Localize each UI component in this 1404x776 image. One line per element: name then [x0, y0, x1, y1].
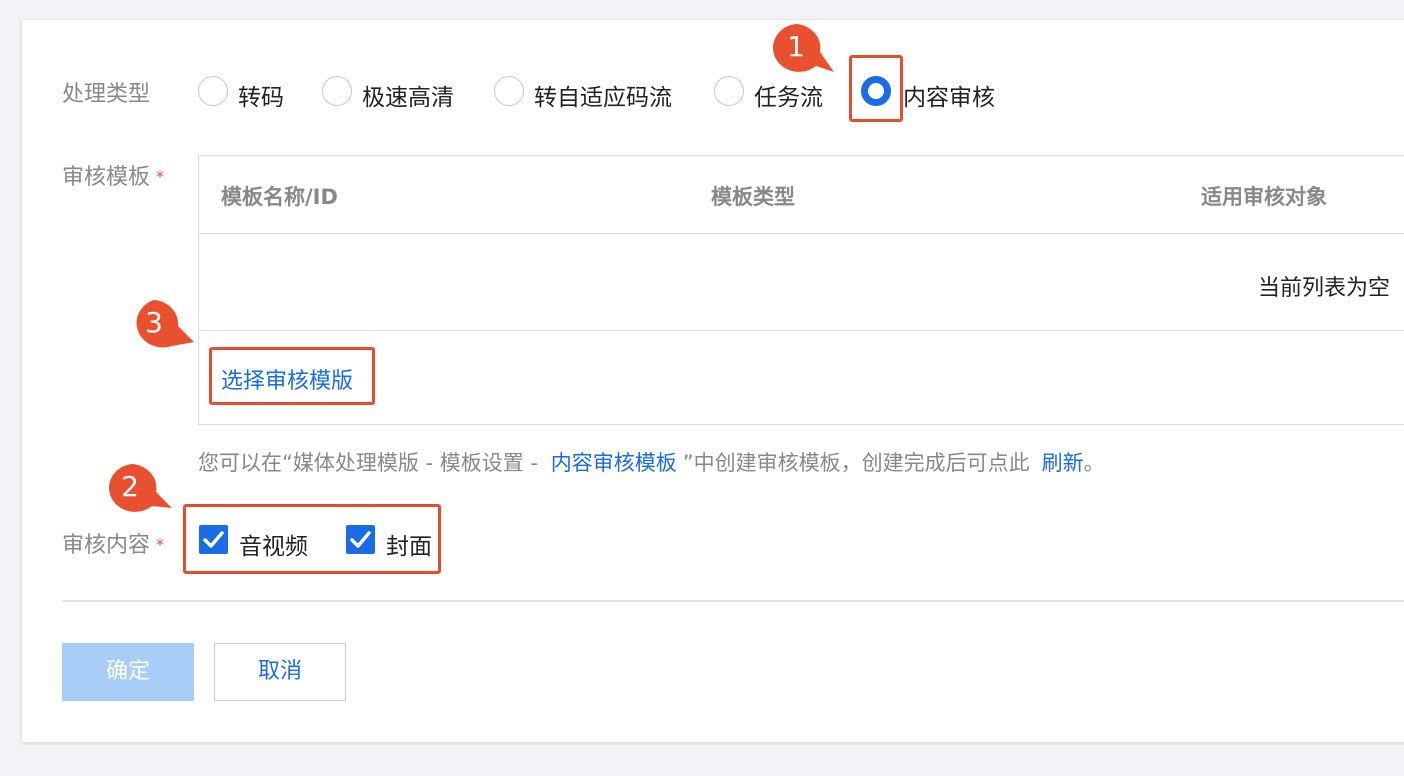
table-empty-row: 当前列表为空 — [199, 234, 1404, 331]
radio-option-transcode[interactable]: 转码 — [198, 76, 298, 111]
form-divider — [62, 600, 1404, 602]
column-header-name: 模板名称/ID — [221, 185, 338, 209]
radio-option-fast-hd[interactable]: 极速高清 — [322, 76, 472, 111]
hint-prefix: 您可以在“媒体处理模版 - 模板设置 - — [198, 451, 545, 475]
radio-button[interactable] — [494, 76, 524, 106]
column-header-type: 模板类型 — [711, 185, 795, 209]
refresh-link[interactable]: 刷新 — [1042, 451, 1084, 475]
review-content-label: 审核内容 * — [62, 527, 164, 559]
radio-option-task-flow[interactable]: 任务流 — [714, 76, 834, 111]
required-mark: * — [156, 535, 165, 554]
cancel-button[interactable]: 取消 — [214, 643, 346, 701]
hint-text: 您可以在“媒体处理模版 - 模板设置 - 内容审核模板 ”中创建审核模板，创建完成… — [198, 447, 1105, 477]
radio-label: 极速高清 — [362, 85, 454, 111]
annotation-badge-2: 2 — [121, 470, 139, 503]
review-content-label-text: 审核内容 — [62, 533, 151, 558]
radio-button[interactable] — [198, 76, 228, 106]
confirm-button[interactable]: 确定 — [62, 643, 194, 701]
content-review-template-link[interactable]: 内容审核模板 — [551, 451, 677, 475]
radio-button[interactable] — [322, 76, 352, 106]
radio-label: 任务流 — [754, 85, 823, 111]
highlight-box-2 — [183, 504, 441, 574]
radio-label: 内容审核 — [903, 85, 995, 111]
review-template-label-text: 审核模板 — [62, 165, 151, 190]
radio-label: 转码 — [238, 85, 284, 111]
table-header: 模板名称/ID 模板类型 适用审核对象 — [199, 156, 1404, 234]
hint-middle: ”中创建审核模板，创建完成后可点此 — [682, 451, 1030, 475]
annotation-badge-3: 3 — [145, 306, 163, 339]
radio-button[interactable] — [714, 76, 744, 106]
highlight-box-1 — [849, 55, 903, 122]
column-header-object: 适用审核对象 — [1201, 185, 1327, 209]
review-template-label: 审核模板 * — [62, 159, 164, 191]
radio-option-adaptive-stream[interactable]: 转自适应码流 — [494, 76, 694, 111]
processing-type-label: 处理类型 — [62, 82, 151, 107]
empty-text: 当前列表为空 — [1258, 276, 1391, 301]
hint-suffix: 。 — [1083, 451, 1105, 475]
template-table: 模板名称/ID 模板类型 适用审核对象 当前列表为空 选择审核模版 — [198, 155, 1404, 425]
highlight-box-3 — [209, 347, 375, 405]
radio-label: 转自适应码流 — [534, 85, 672, 111]
required-mark: * — [156, 167, 165, 186]
annotation-badge-1: 1 — [787, 30, 805, 63]
